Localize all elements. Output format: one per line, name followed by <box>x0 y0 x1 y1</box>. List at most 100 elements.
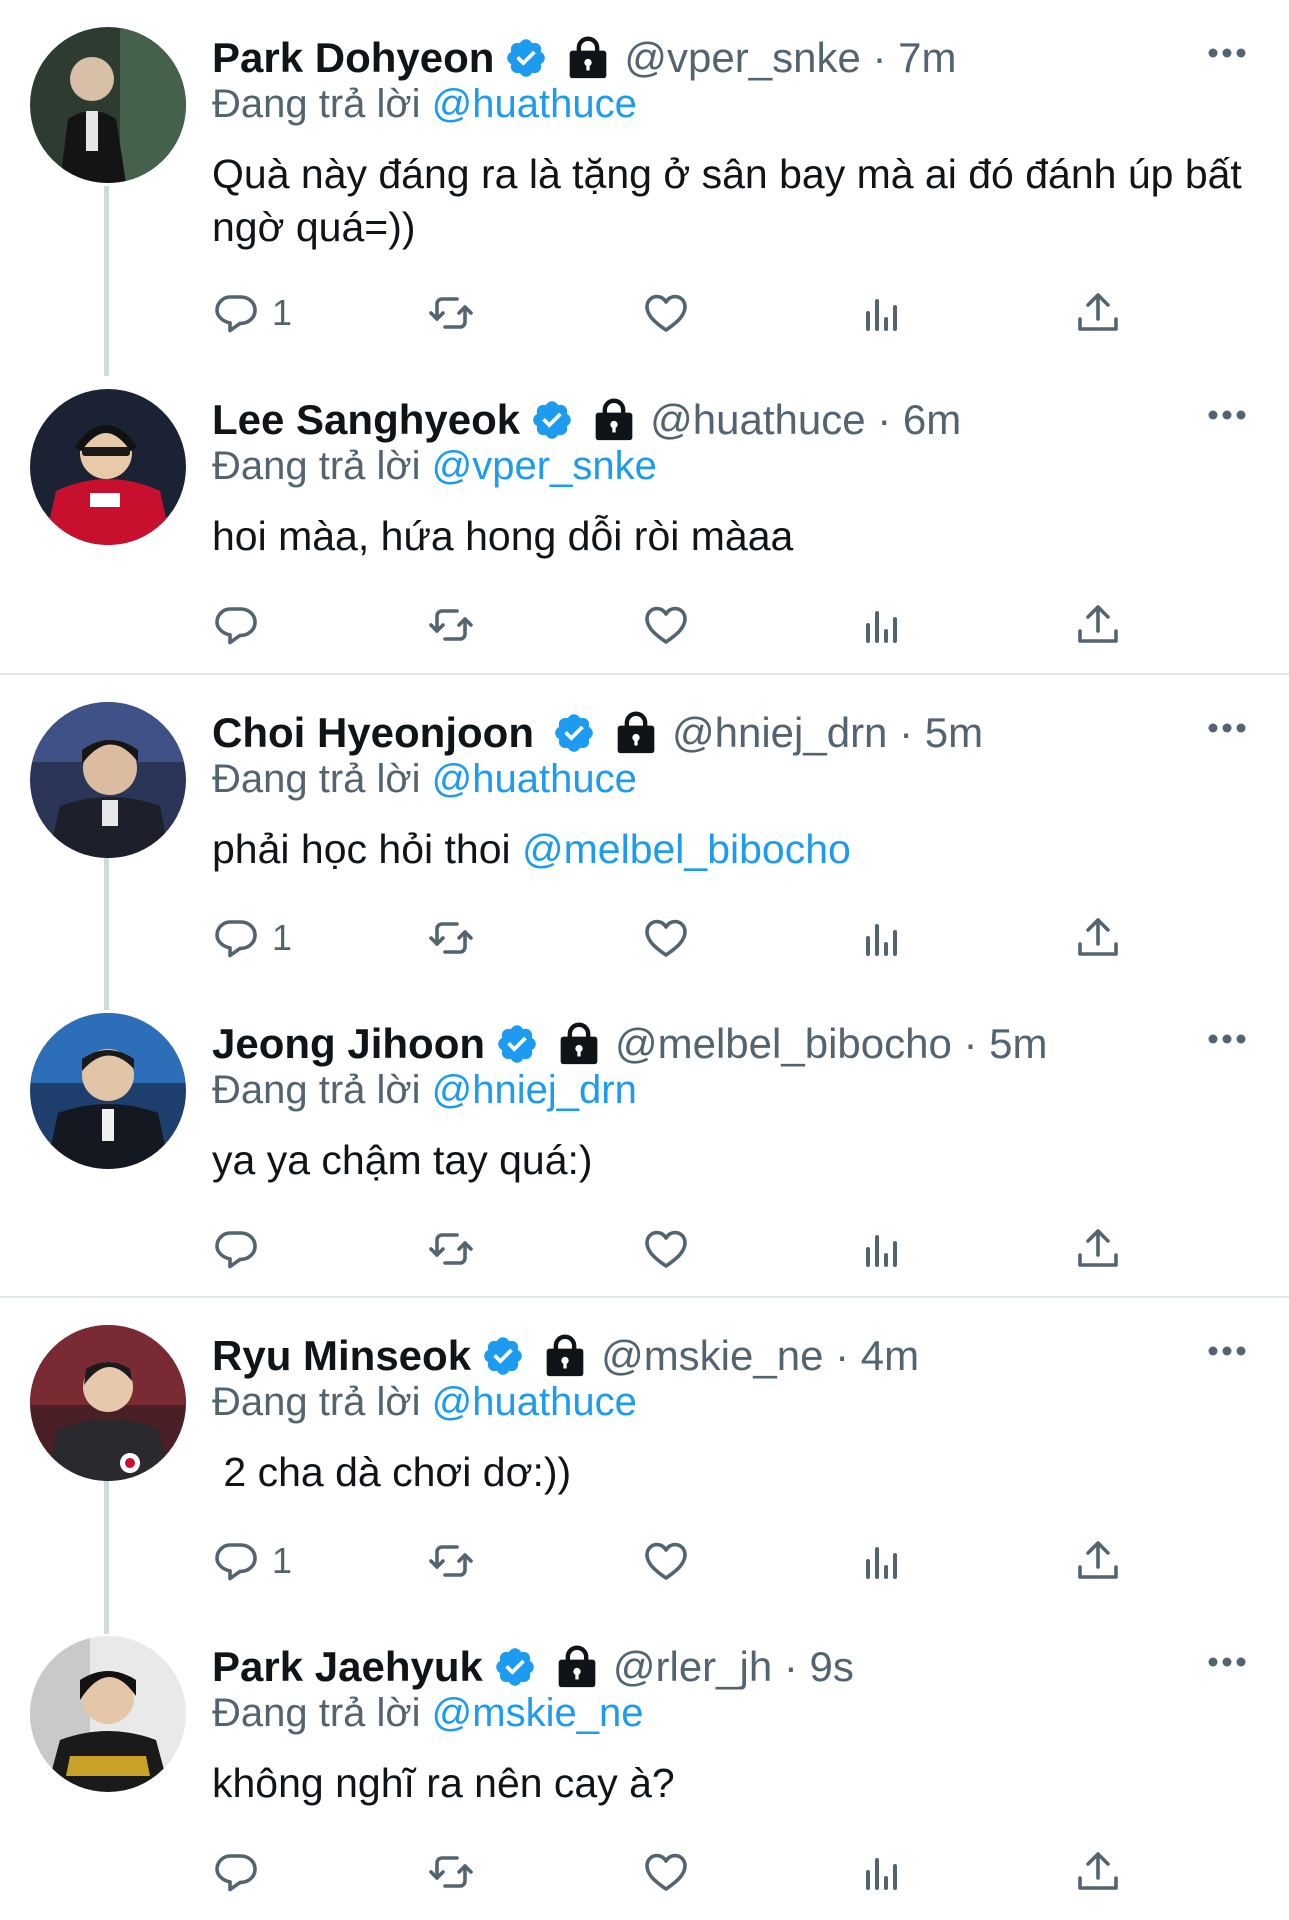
share-button[interactable] <box>1074 1221 1122 1277</box>
reply-button[interactable] <box>212 597 272 653</box>
mention-link[interactable]: @melbel_bibocho <box>522 826 851 872</box>
tweet-header: Park Jaehyuk @rler_jh · 9s <box>212 1637 854 1697</box>
action-bar <box>212 1221 1212 1277</box>
tweet[interactable]: Park Dohyeon @vper_snke · 7m Đang trả lờ… <box>0 0 1289 373</box>
author-handle-time[interactable]: @vper_snke · 7m <box>624 34 956 82</box>
reply-icon <box>212 1848 260 1896</box>
tweet-text: hoi màa, hứa hong dỗi ròi màaa <box>212 513 794 559</box>
verified-icon <box>495 1022 539 1066</box>
author-handle-time[interactable]: @mskie_ne · 4m <box>601 1332 919 1380</box>
like-icon <box>642 1225 690 1273</box>
tweet-text: phải học hỏi thoi @melbel_bibocho <box>212 823 1252 876</box>
author-name[interactable]: Ryu Minseok <box>212 1332 471 1380</box>
mention-link[interactable]: @vper_snke <box>432 444 657 488</box>
reply-button[interactable] <box>212 1844 272 1900</box>
like-button[interactable] <box>642 1844 690 1900</box>
avatar[interactable] <box>30 389 186 545</box>
share-button[interactable] <box>1074 285 1122 341</box>
lock-icon <box>592 398 636 442</box>
tweet[interactable]: Lee Sanghyeok @huathuce · 6m Đang trả lờ… <box>0 373 1289 673</box>
author-handle-time[interactable]: @huathuce · 6m <box>650 396 961 444</box>
reply-prefix: Đang trả lời <box>212 444 421 488</box>
retweet-button[interactable] <box>427 1221 475 1277</box>
views-button[interactable] <box>858 1844 906 1900</box>
retweet-button[interactable] <box>427 597 475 653</box>
author-handle-time[interactable]: @rler_jh · 9s <box>613 1643 854 1691</box>
reply-button[interactable]: 1 <box>212 1533 292 1589</box>
author-name[interactable]: Park Jaehyuk <box>212 1643 483 1691</box>
more-icon[interactable] <box>1205 1029 1249 1049</box>
like-button[interactable] <box>642 285 690 341</box>
reply-button[interactable]: 1 <box>212 910 292 966</box>
share-icon <box>1074 914 1122 962</box>
share-button[interactable] <box>1074 910 1122 966</box>
views-button[interactable] <box>858 597 906 653</box>
like-button[interactable] <box>642 1221 690 1277</box>
author-name[interactable]: Lee Sanghyeok <box>212 396 520 444</box>
author-name[interactable]: Jeong Jihoon <box>212 1020 485 1068</box>
reply-prefix: Đang trả lời <box>212 1068 421 1112</box>
views-button[interactable] <box>858 285 906 341</box>
like-icon <box>642 914 690 962</box>
tweet-text: không nghĩ ra nên cay à? <box>212 1760 675 1806</box>
views-button[interactable] <box>858 1221 906 1277</box>
retweet-button[interactable] <box>427 910 475 966</box>
reply-icon <box>212 601 260 649</box>
reply-prefix: Đang trả lời <box>212 82 421 126</box>
author-name[interactable]: Choi Hyeonjoon <box>212 709 534 757</box>
replying-to: Đang trả lời @huathuce <box>212 1380 637 1425</box>
mention-link[interactable]: @huathuce <box>432 1380 637 1424</box>
reply-prefix: Đang trả lời <box>212 1380 421 1424</box>
author-handle-time[interactable]: @hniej_drn · 5m <box>672 709 983 757</box>
like-button[interactable] <box>642 597 690 653</box>
replying-to: Đang trả lời @hniej_drn <box>212 1068 637 1113</box>
share-icon <box>1074 1848 1122 1896</box>
more-icon[interactable] <box>1205 718 1249 738</box>
retweet-button[interactable] <box>427 285 475 341</box>
mention-link[interactable]: @mskie_ne <box>432 1691 644 1735</box>
tweet-header: Lee Sanghyeok @huathuce · 6m <box>212 390 961 450</box>
avatar[interactable] <box>30 1325 186 1481</box>
avatar[interactable] <box>30 27 186 183</box>
retweet-button[interactable] <box>427 1844 475 1900</box>
views-icon <box>858 1537 906 1585</box>
like-button[interactable] <box>642 1533 690 1589</box>
more-icon[interactable] <box>1205 43 1249 63</box>
views-button[interactable] <box>858 910 906 966</box>
replying-to: Đang trả lời @huathuce <box>212 757 637 802</box>
like-button[interactable] <box>642 910 690 966</box>
more-icon[interactable] <box>1205 1341 1249 1361</box>
mention-link[interactable]: @hniej_drn <box>432 1068 637 1112</box>
reply-prefix: Đang trả lời <box>212 757 421 801</box>
like-icon <box>642 601 690 649</box>
author-name[interactable]: Park Dohyeon <box>212 34 494 82</box>
avatar[interactable] <box>30 1636 186 1792</box>
tweet[interactable]: Jeong Jihoon @melbel_bibocho · 5m Đang t… <box>0 986 1289 1296</box>
reply-button[interactable]: 1 <box>212 285 292 341</box>
reply-prefix: Đang trả lời <box>212 1691 421 1735</box>
avatar[interactable] <box>30 1013 186 1169</box>
tweet[interactable]: Park Jaehyuk @rler_jh · 9s Đang trả lời … <box>0 1609 1289 1920</box>
mention-link[interactable]: @huathuce <box>432 757 637 801</box>
reply-button[interactable] <box>212 1221 272 1277</box>
share-icon <box>1074 601 1122 649</box>
mention-link[interactable]: @huathuce <box>432 82 637 126</box>
lock-icon <box>557 1022 601 1066</box>
share-button[interactable] <box>1074 1844 1122 1900</box>
lock-icon <box>566 36 610 80</box>
author-handle-time[interactable]: @melbel_bibocho · 5m <box>615 1020 1048 1068</box>
more-icon[interactable] <box>1205 1652 1249 1672</box>
more-icon[interactable] <box>1205 405 1249 425</box>
tweet-header: Park Dohyeon @vper_snke · 7m <box>212 28 957 88</box>
retweet-icon <box>427 1537 475 1585</box>
avatar[interactable] <box>30 702 186 858</box>
retweet-button[interactable] <box>427 1533 475 1589</box>
lock-icon <box>555 1645 599 1689</box>
share-button[interactable] <box>1074 597 1122 653</box>
retweet-icon <box>427 601 475 649</box>
views-button[interactable] <box>858 1533 906 1589</box>
tweet[interactable]: Ryu Minseok @mskie_ne · 4m Đang trả lời … <box>0 1298 1289 1609</box>
lock-icon <box>543 1334 587 1378</box>
tweet[interactable]: Choi Hyeonjoon @hniej_drn · 5m Đang trả … <box>0 675 1289 986</box>
share-button[interactable] <box>1074 1533 1122 1589</box>
